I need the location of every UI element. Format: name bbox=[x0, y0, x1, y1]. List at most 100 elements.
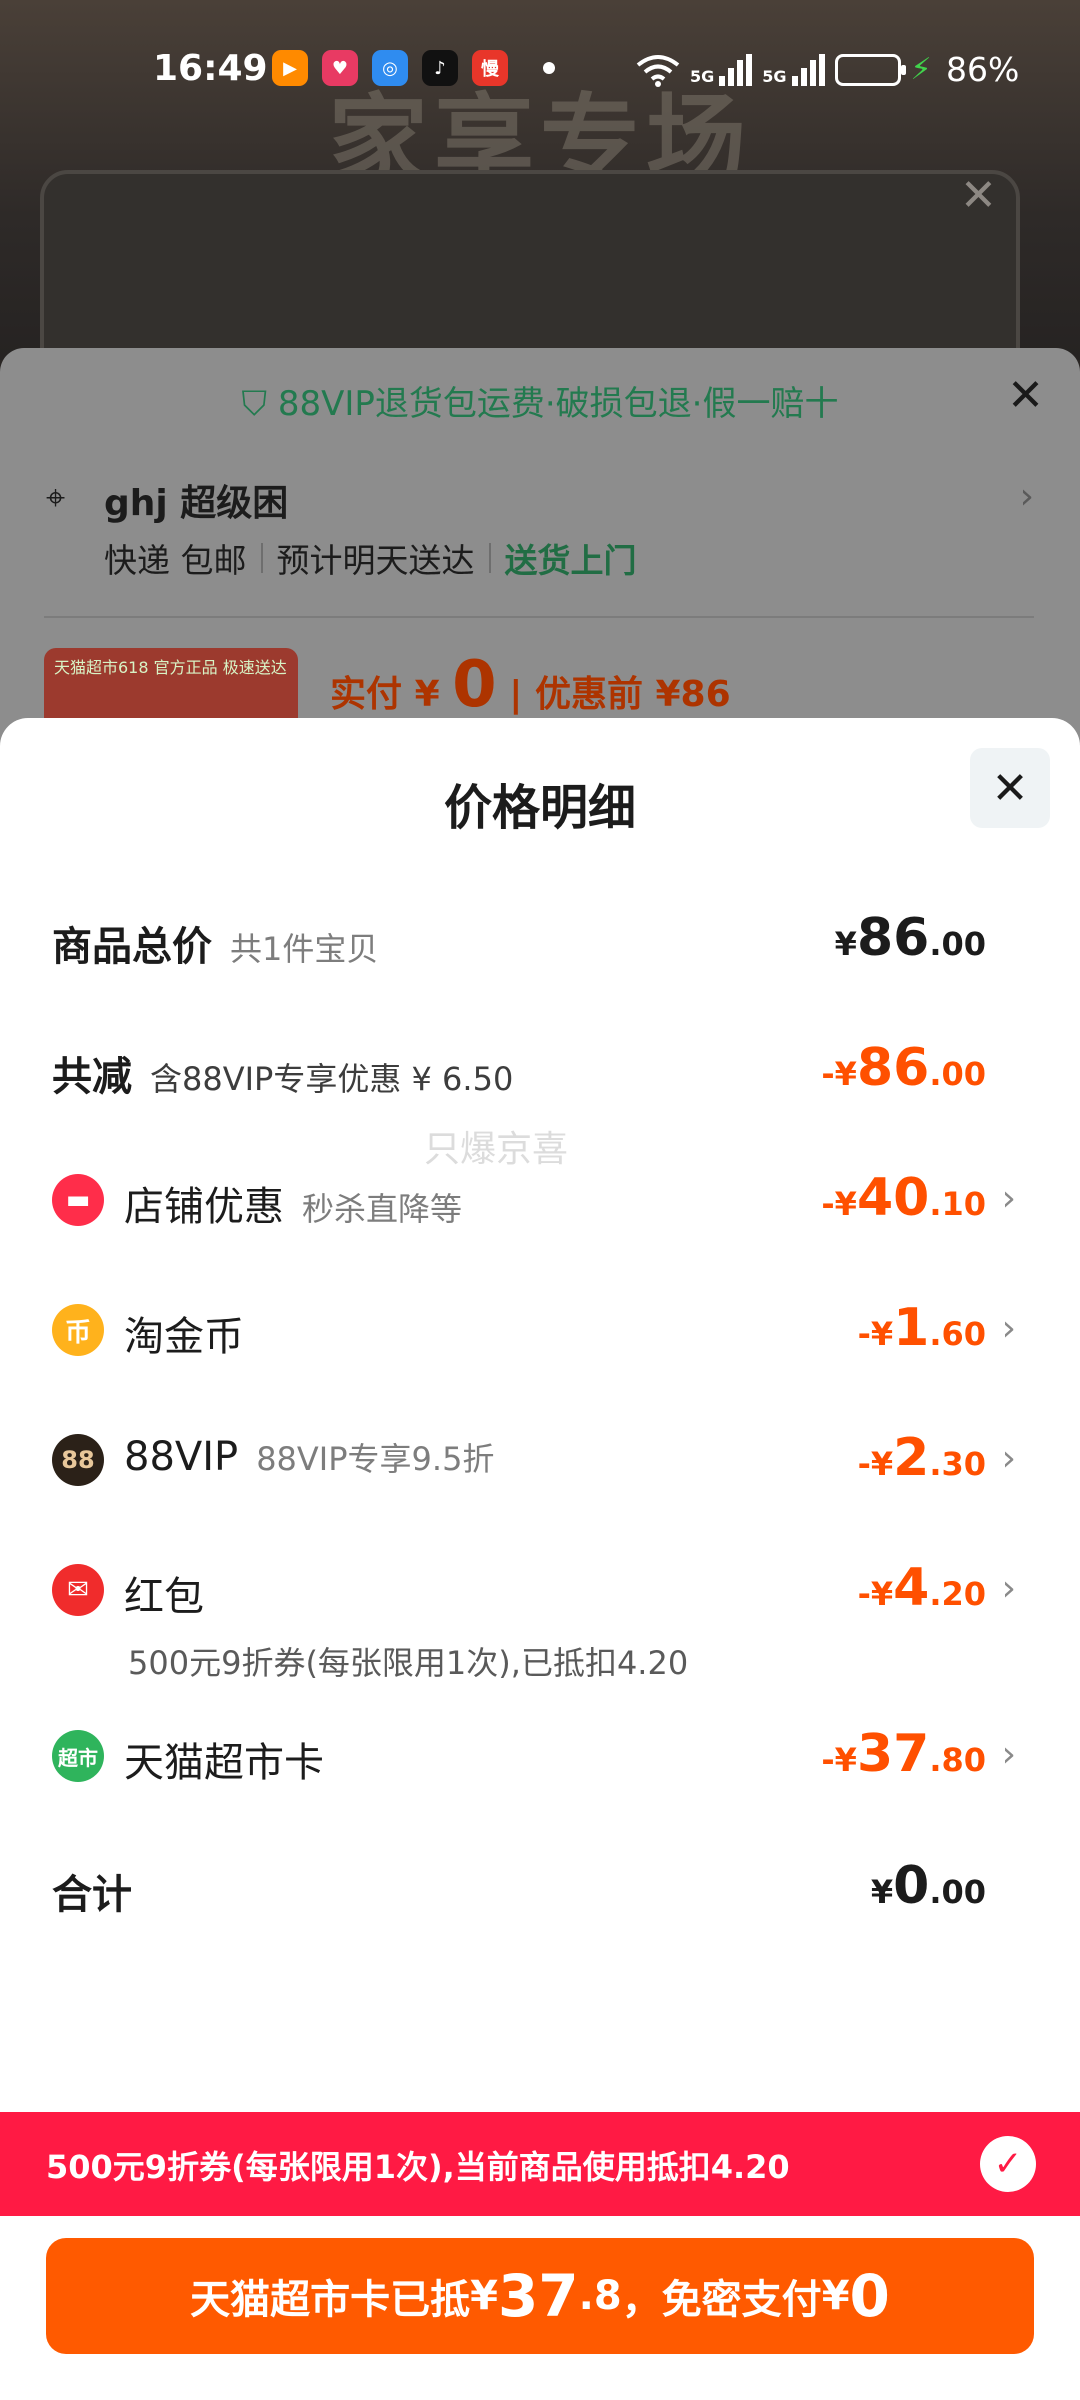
paid-currency: ¥ bbox=[414, 674, 440, 715]
supermarket-card-icon: 超市 bbox=[52, 1730, 104, 1782]
reading-app-icon: 慢 bbox=[472, 50, 508, 86]
amount-int: 2 bbox=[893, 1428, 930, 1488]
chevron-right-icon: › bbox=[1001, 1734, 1016, 1775]
vip-icon: 88 bbox=[52, 1434, 104, 1486]
guarantee-text: 88VIP退货包运费·破损包退·假一赔十 bbox=[277, 384, 839, 424]
close-icon[interactable]: ✕ bbox=[1007, 370, 1044, 421]
chevron-right-icon: › bbox=[1019, 476, 1034, 517]
divider bbox=[260, 543, 263, 573]
signal-icon: 5G bbox=[762, 53, 825, 86]
currency: ¥ bbox=[834, 925, 857, 963]
banner-close-icon: ✕ bbox=[960, 170, 997, 221]
row-red-packet[interactable]: ✉ 红包 -¥4.20 › bbox=[0, 1554, 1080, 1634]
system-icons: 5G 5G ⚡ bbox=[636, 52, 932, 87]
close-icon: ✕ bbox=[991, 762, 1029, 814]
row-total-discount: 共减 含88VIP专享优惠 ¥ 6.50 -¥86.00 bbox=[0, 1034, 1080, 1114]
search-app-icon: ◎ bbox=[372, 50, 408, 86]
amount-dec: .10 bbox=[929, 1185, 986, 1223]
status-time: 16:49 bbox=[153, 48, 268, 89]
row-amount: -¥2.30 bbox=[858, 1428, 986, 1488]
chevron-right-icon: › bbox=[1001, 1308, 1016, 1349]
watermark: 只爆京喜 bbox=[424, 1129, 569, 1170]
status-bar: 16:49 ▶ ♥ ◎ ♪ 慢 5G 5G ⚡ 86% bbox=[0, 40, 1080, 106]
row-title: 共减 bbox=[52, 1054, 132, 1100]
amount-dec: .30 bbox=[929, 1445, 986, 1483]
row-title: 88VIP bbox=[124, 1434, 239, 1480]
row-title: 红包 bbox=[124, 1574, 204, 1620]
pay-prefix: 天猫超市卡已抵 bbox=[190, 2277, 471, 2323]
tiktok-icon: ♪ bbox=[422, 50, 458, 86]
currency: ¥ bbox=[870, 1873, 894, 1911]
amount-dec: .00 bbox=[929, 1055, 986, 1093]
row-amount: -¥40.10 bbox=[821, 1168, 986, 1228]
shopping-app-icon: ♥ bbox=[322, 50, 358, 86]
charging-icon: ⚡ bbox=[910, 52, 932, 87]
row-shop-discount[interactable]: ▬ 店铺优惠 秒杀直降等 -¥40.10 › bbox=[0, 1164, 1080, 1244]
separator: | bbox=[509, 674, 535, 715]
chevron-right-icon: › bbox=[1001, 1438, 1016, 1479]
pay-button[interactable]: 天猫超市卡已抵 ¥ 37 .8 ，免密支付 ¥ 0 bbox=[46, 2238, 1034, 2354]
video-app-icon: ▶ bbox=[272, 50, 308, 86]
amount-int: 37 bbox=[856, 1724, 930, 1784]
row-amount: -¥4.20 bbox=[858, 1558, 986, 1618]
amount-int: 86 bbox=[856, 908, 930, 968]
paid-amount-line: 实付 ¥ 0 | 优惠前 ¥86 bbox=[330, 648, 731, 722]
card-amount-dec: .8 bbox=[578, 2273, 622, 2319]
amount-dec: .20 bbox=[929, 1575, 986, 1613]
shield-icon: ⛉ bbox=[241, 384, 268, 424]
battery-percent: 86% bbox=[946, 50, 1020, 89]
row-amount: -¥37.80 bbox=[821, 1724, 986, 1784]
check-icon[interactable]: ✓ bbox=[980, 2136, 1036, 2192]
paid-amount: 0 bbox=[452, 648, 497, 722]
coupon-bar[interactable]: 500元9折券(每张限用1次),当前商品使用抵扣4.20 ✓ bbox=[0, 2112, 1080, 2216]
sheet-close-button[interactable]: ✕ bbox=[970, 748, 1050, 828]
pay-total: 0 bbox=[849, 2262, 890, 2330]
delivery-info: 快递 包邮 预计明天送达 送货上门 bbox=[104, 534, 637, 582]
amount-dec: .00 bbox=[929, 925, 986, 963]
wifi-icon bbox=[636, 54, 680, 87]
more-notifications-dot bbox=[543, 62, 555, 74]
divider bbox=[44, 616, 1034, 618]
amount-int: 0 bbox=[893, 1856, 930, 1916]
currency: -¥ bbox=[821, 1185, 857, 1223]
row-amount: -¥1.60 bbox=[858, 1298, 986, 1358]
row-taojinbi[interactable]: 币 淘金币 -¥1.60 › bbox=[0, 1294, 1080, 1374]
row-title: 商品总价 bbox=[52, 924, 212, 970]
currency: -¥ bbox=[857, 1315, 894, 1353]
divider bbox=[488, 543, 491, 573]
delivery-method: 快递 包邮 bbox=[104, 541, 247, 580]
shop-icon: ▬ bbox=[52, 1174, 104, 1226]
row-tmall-card[interactable]: 超市 天猫超市卡 -¥37.80 › bbox=[0, 1720, 1080, 1800]
row-sub: 秒杀直降等 bbox=[302, 1190, 463, 1228]
battery-icon bbox=[834, 53, 906, 86]
red-packet-icon: ✉ bbox=[52, 1564, 104, 1616]
row-label: 红包 bbox=[124, 1564, 204, 1622]
row-label: 店铺优惠 秒杀直降等 bbox=[124, 1174, 462, 1232]
paid-label: 实付 bbox=[330, 674, 403, 715]
network-label: 5G bbox=[762, 66, 787, 86]
row-title: 合计 bbox=[52, 1872, 132, 1918]
currency: -¥ bbox=[857, 1575, 894, 1613]
row-amount: ¥0.00 bbox=[871, 1856, 986, 1916]
notification-icons: ▶ ♥ ◎ ♪ 慢 bbox=[272, 50, 508, 86]
signal-icon: 5G bbox=[690, 53, 753, 86]
amount-int: 86 bbox=[856, 1038, 930, 1098]
amount-int: 4 bbox=[893, 1558, 930, 1618]
location-pin-icon: ⌖ bbox=[46, 478, 66, 518]
row-label: 88VIP 88VIP专享9.5折 bbox=[124, 1434, 494, 1480]
coupon-text: 500元9折券(每张限用1次),当前商品使用抵扣4.20 bbox=[46, 2148, 790, 2186]
row-label: 淘金币 bbox=[124, 1304, 244, 1362]
delivery-eta: 预计明天送达 bbox=[276, 541, 475, 580]
row-amount: ¥86.00 bbox=[835, 908, 986, 968]
amount-int: 1 bbox=[893, 1298, 930, 1358]
chevron-right-icon: › bbox=[1001, 1568, 1016, 1609]
network-label: 5G bbox=[690, 66, 715, 86]
door-delivery: 送货上门 bbox=[504, 541, 637, 580]
row-sum: 合计 ¥0.00 bbox=[0, 1852, 1080, 1932]
price-before-discount: 优惠前 ¥86 bbox=[534, 674, 731, 715]
row-88vip[interactable]: 88 88VIP 88VIP专享9.5折 -¥2.30 › bbox=[0, 1424, 1080, 1504]
amount-dec: .80 bbox=[929, 1741, 986, 1779]
address-name: ghj 超级困 bbox=[104, 483, 289, 524]
chevron-right-icon: › bbox=[1001, 1178, 1016, 1219]
thumbnail-text: 天猫超市618 官方正品 极速送达 bbox=[54, 658, 287, 677]
